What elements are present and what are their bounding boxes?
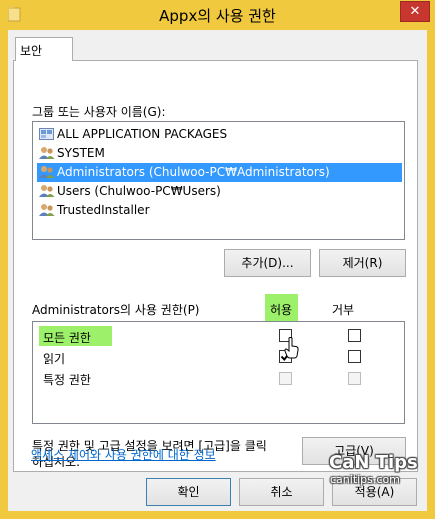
list-item-selected[interactable]: Administrators (Chulwoo-PC₩Administrator… [37, 163, 402, 182]
list-item[interactable]: ALL APPLICATION PACKAGES [37, 125, 402, 144]
permissions-label: Administrators의 사용 권한(P) [32, 303, 200, 317]
allow-header: 허용 [270, 303, 293, 317]
perm-label-read: 읽기 [43, 352, 66, 366]
perm-label-special: 특정 권한 [43, 373, 91, 387]
deny-special-checkbox [348, 372, 361, 385]
group-user-list[interactable]: ALL APPLICATION PACKAGES SYSTEM Administ… [32, 121, 405, 240]
watermark-title: CaN Tips [329, 452, 418, 473]
deny-read-checkbox[interactable] [348, 350, 361, 363]
list-item[interactable]: Users (Chulwoo-PC₩Users) [37, 182, 402, 201]
ok-button[interactable]: 확인 [146, 478, 231, 506]
perm-label-full-control: 모든 권한 [43, 331, 91, 345]
close-button[interactable]: ✕ [400, 1, 430, 22]
security-tab-panel: 그룹 또는 사용자 이름(G): ALL APPLICATION PACKAGE… [13, 60, 418, 472]
list-item[interactable]: TrustedInstaller [37, 201, 402, 220]
allow-special-checkbox [279, 372, 292, 385]
deny-header: 거부 [332, 303, 355, 317]
add-button[interactable]: 추가(D)... [224, 249, 311, 277]
users-icon [39, 204, 55, 216]
hand-cursor-icon [284, 337, 299, 359]
permissions-dialog: Appx의 사용 권한 ✕ 보안 그룹 또는 사용자 이름(G): ALL AP… [0, 0, 435, 519]
list-item-label: ALL APPLICATION PACKAGES [57, 127, 228, 141]
title-bar[interactable]: Appx의 사용 권한 ✕ [0, 0, 435, 30]
cancel-button[interactable]: 취소 [239, 478, 324, 506]
dialog-body: 보안 그룹 또는 사용자 이름(G): ALL APPLICATION PACK… [8, 30, 427, 511]
permissions-list: 모든 권한 읽기 특정 권한 [32, 321, 405, 424]
watermark-sub: canitips.com [330, 473, 400, 486]
list-item-label: Administrators (Chulwoo-PC₩Administrator… [57, 165, 330, 179]
permissions-help-link[interactable]: 액세스 제어와 사용 권한에 대한 정보 [31, 446, 216, 463]
tab-security[interactable]: 보안 [15, 37, 73, 61]
list-item-label: Users (Chulwoo-PC₩Users) [57, 184, 221, 198]
users-icon [39, 147, 55, 159]
groups-label: 그룹 또는 사용자 이름(G): [32, 105, 166, 119]
users-icon [39, 185, 55, 197]
list-item[interactable]: SYSTEM [37, 144, 402, 163]
deny-full-control-checkbox[interactable] [348, 329, 361, 342]
package-group-icon [39, 128, 54, 140]
list-item-label: SYSTEM [57, 146, 105, 160]
users-icon [39, 166, 55, 178]
remove-button[interactable]: 제거(R) [319, 249, 406, 277]
window-title: Appx의 사용 권한 [159, 7, 276, 25]
list-item-label: TrustedInstaller [57, 203, 150, 217]
